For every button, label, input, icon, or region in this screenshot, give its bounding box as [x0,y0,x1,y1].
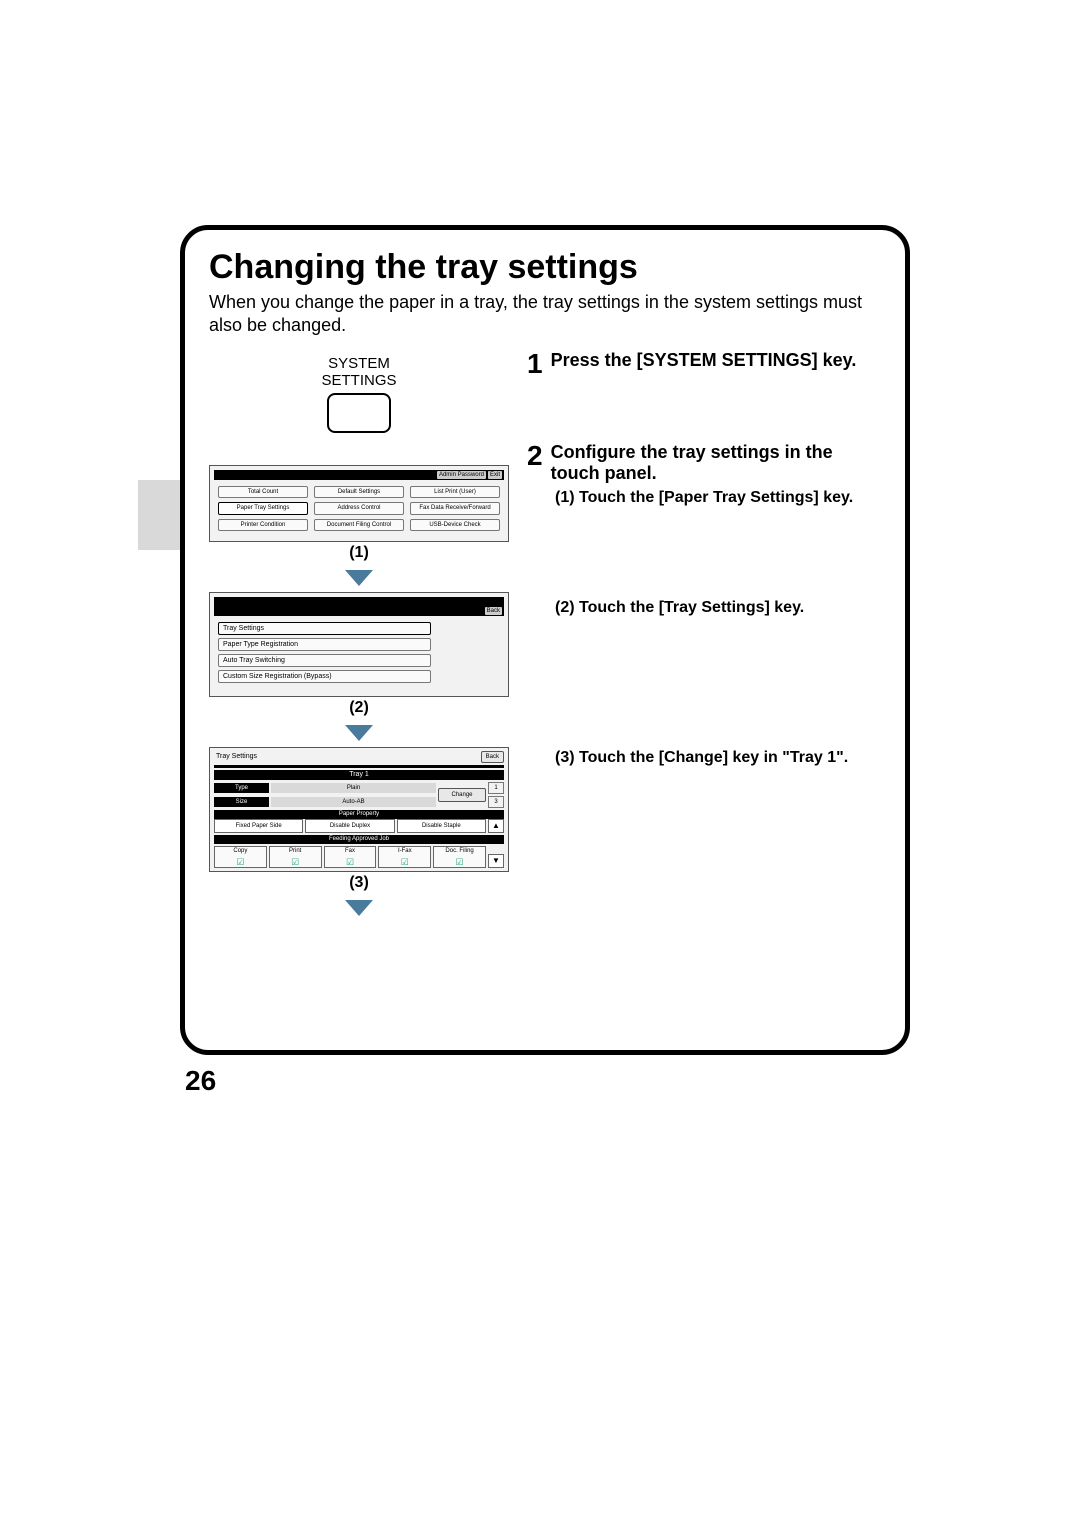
content-frame: Changing the tray settings When you chan… [180,225,910,1055]
callout-2: (2) [349,699,369,717]
default-settings-button[interactable]: Default Settings [314,486,404,498]
check-icon: ☑ [291,858,299,866]
page-index-bottom: 3 [488,796,504,808]
step-2-sub2: (2) Touch the [Tray Settings] key. [555,599,881,617]
system-key-line2: SETTINGS [321,372,396,389]
job-ifax[interactable]: I-Fax☑ [378,846,431,868]
auto-tray-switching-button[interactable]: Auto Tray Switching [218,654,431,667]
system-settings-hard-key[interactable] [327,393,391,433]
job-fax[interactable]: Fax☑ [324,846,377,868]
disable-duplex-option[interactable]: Disable Duplex [305,819,394,833]
system-settings-key-illustration: SYSTEM SETTINGS [209,356,509,433]
tray-1-header: Tray 1 [214,770,504,780]
step-1: 1 Press the [SYSTEM SETTINGS] key. [527,350,881,378]
address-control-button[interactable]: Address Control [314,502,404,514]
job-print[interactable]: Print☑ [269,846,322,868]
callout-3: (3) [349,874,369,892]
paper-type-registration-button[interactable]: Paper Type Registration [218,638,431,651]
step-2-sub1: (1) Touch the [Paper Tray Settings] key. [555,489,881,507]
intro-text: When you change the paper in a tray, the… [209,291,881,336]
arrow-down-icon [345,725,373,741]
screen-paper-tray-settings: Back Tray Settings Paper Type Registrati… [209,592,509,697]
back-button-screen2[interactable]: Back [485,607,502,615]
step-2-text: Configure the tray settings in the touch… [551,442,881,483]
callout-1: (1) [349,544,369,562]
type-value: Plain [271,783,436,793]
arrow-down-icon [345,900,373,916]
paper-property-header: Paper Property [214,810,504,819]
admin-password-button[interactable]: Admin Password [437,471,486,479]
check-icon: ☑ [401,858,409,866]
check-icon: ☑ [236,858,244,866]
fax-data-receive-forward-button[interactable]: Fax Data Receive/Forward [410,502,500,514]
scroll-up-button[interactable]: ▲ [488,819,504,833]
document-filing-control-button[interactable]: Document Filing Control [314,519,404,531]
tray-settings-title: Tray Settings [214,752,259,761]
page-number: 26 [185,1065,216,1097]
page-index-top: 1 [488,782,504,794]
system-key-line1: SYSTEM [328,355,390,372]
tray-settings-button[interactable]: Tray Settings [218,622,431,635]
size-label: Size [214,797,269,807]
step-2-sub3: (3) Touch the [Change] key in "Tray 1". [555,749,881,767]
step-2: 2 Configure the tray settings in the tou… [527,442,881,483]
page-title: Changing the tray settings [209,248,881,287]
arrow-down-icon [345,570,373,586]
printer-condition-button[interactable]: Printer Condition [218,519,308,531]
job-copy[interactable]: Copy☑ [214,846,267,868]
change-button[interactable]: Change [438,788,486,802]
back-button-screen3[interactable]: Back [481,751,504,763]
paper-tray-settings-button[interactable]: Paper Tray Settings [218,502,308,514]
custom-size-registration-bypass-button[interactable]: Custom Size Registration (Bypass) [218,670,431,683]
job-doc-filing[interactable]: Doc. Filing☑ [433,846,486,868]
step-1-text: Press the [SYSTEM SETTINGS] key. [551,350,857,378]
feeding-approved-job-header: Feeding Approved Job [214,835,504,844]
usb-device-check-button[interactable]: USB-Device Check [410,519,500,531]
list-print-user-button[interactable]: List Print (User) [410,486,500,498]
check-icon: ☑ [346,858,354,866]
scroll-down-button[interactable]: ▼ [488,854,504,868]
step-1-number: 1 [527,350,543,378]
disable-staple-option[interactable]: Disable Staple [397,819,486,833]
step-2-number: 2 [527,442,543,483]
type-label: Type [214,783,269,793]
screen-system-settings: Admin Password Exit Total Count Default … [209,465,509,542]
screen-tray-settings-detail: Tray Settings Back Tray 1 Type Plain Cha… [209,747,509,872]
exit-button[interactable]: Exit [488,471,502,479]
fixed-paper-side-option[interactable]: Fixed Paper Side [214,819,303,833]
side-tab [138,480,180,550]
size-value: Auto-AB [271,797,436,807]
total-count-button[interactable]: Total Count [218,486,308,498]
check-icon: ☑ [456,858,464,866]
